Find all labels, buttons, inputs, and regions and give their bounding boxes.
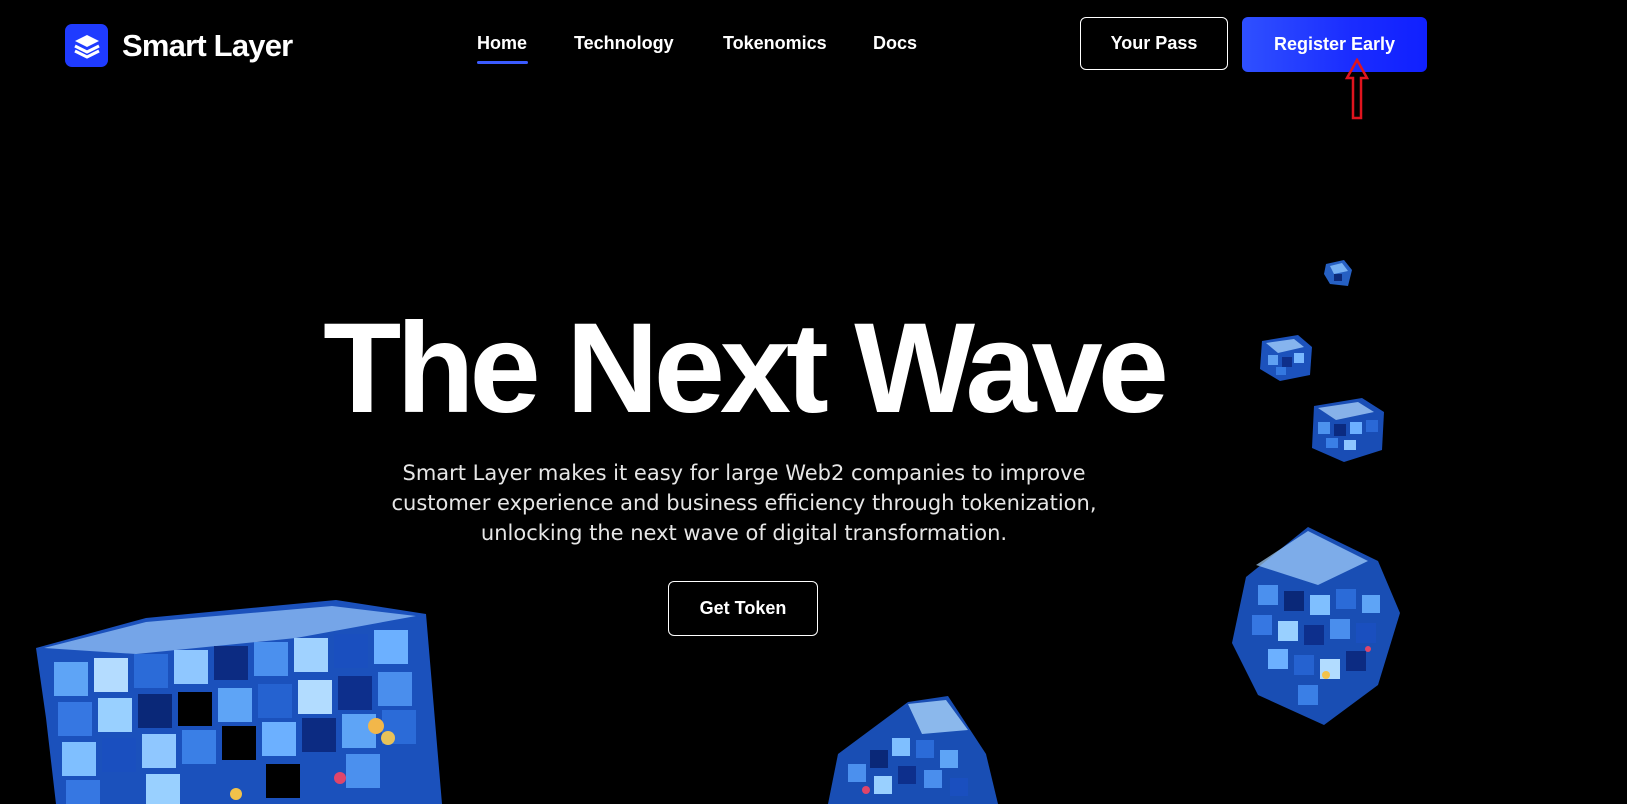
cube-cluster-large-right	[1232, 527, 1400, 725]
hero-subtitle-line: unlocking the next wave of digital trans…	[480, 521, 1008, 545]
cube-cluster-medium	[1312, 398, 1384, 462]
cube-cluster-bottom-center	[828, 696, 998, 804]
red-up-arrow-icon	[1345, 58, 1369, 120]
nav-item-home[interactable]: Home	[477, 33, 574, 64]
hero-subtitle-line: customer experience and business efficie…	[391, 491, 1097, 515]
cube-cluster-large-left	[36, 600, 442, 804]
cube-cluster-small-top	[1324, 260, 1352, 286]
brand-name: Smart Layer	[122, 27, 293, 63]
landing-page: Smart Layer Home Technology Tokenomics D…	[0, 0, 1627, 804]
your-pass-button[interactable]: Your Pass	[1080, 17, 1228, 70]
brand-logo[interactable]: Smart Layer	[65, 24, 293, 67]
hero-subtitle-line: Smart Layer makes it easy for large Web2…	[402, 461, 1086, 485]
nav-item-tokenomics[interactable]: Tokenomics	[723, 33, 873, 64]
hero-subtitle: Smart Layer makes it easy for large Web2…	[340, 458, 1148, 548]
nav-item-docs[interactable]: Docs	[873, 33, 933, 64]
main-nav: Home Technology Tokenomics Docs	[477, 33, 933, 64]
cube-cluster-small-mid	[1260, 335, 1312, 381]
nav-item-technology[interactable]: Technology	[574, 33, 723, 64]
register-early-button[interactable]: Register Early	[1242, 17, 1427, 72]
get-token-button[interactable]: Get Token	[668, 581, 818, 636]
layers-icon	[65, 24, 108, 67]
